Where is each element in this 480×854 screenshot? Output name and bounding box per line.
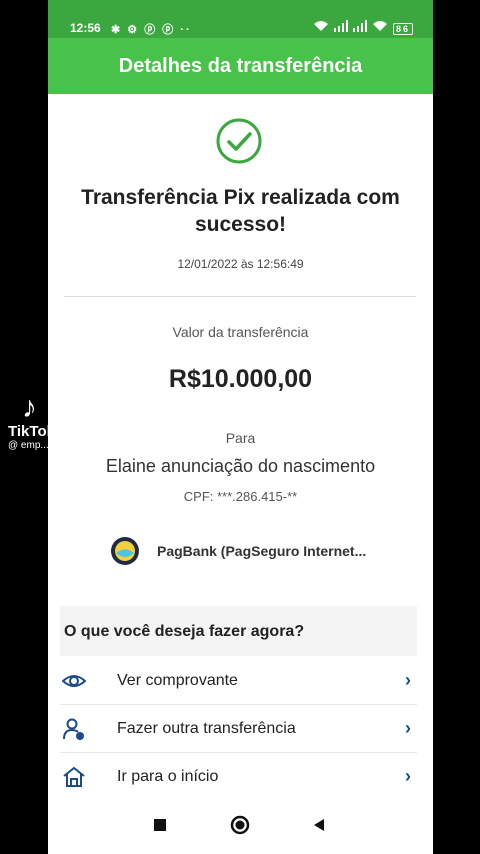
divider xyxy=(64,296,416,297)
wifi-icon xyxy=(313,21,328,31)
success-check-icon xyxy=(216,118,262,164)
recipient-cpf: CPF: ***.286.415-** xyxy=(183,489,298,504)
amount-label: Valor da transferência xyxy=(172,324,309,340)
go-home-label: Ir para o início xyxy=(117,768,219,785)
success-headline: Transferência Pix realizada com sucesso! xyxy=(81,186,400,236)
new-transfer-button[interactable]: Fazer outra transferência › xyxy=(60,706,417,753)
wifi-icon-2 xyxy=(372,21,387,31)
transfer-datetime: 12/01/2022 às 12:56:49 xyxy=(177,257,304,271)
go-home-button[interactable]: Ir para o início › xyxy=(60,754,417,801)
battery-icon: 86 xyxy=(392,23,413,35)
status-time: 12:56 xyxy=(70,21,101,35)
phone-screen: 12:56 ✱ ⚙ ⓟ ⓟ ·· 86 Detalhes da transfer… xyxy=(48,0,433,854)
recipient-label: Para xyxy=(225,430,256,446)
person-transfer-icon xyxy=(63,718,84,740)
next-actions-header: O que você deseja fazer agora? xyxy=(60,606,417,656)
chevron-right-icon: › xyxy=(405,670,411,690)
signal-icon-2 xyxy=(352,20,367,32)
signal-icon xyxy=(333,20,348,32)
view-receipt-button[interactable]: Ver comprovante › xyxy=(60,658,417,705)
app-bar-title: Detalhes da transferência xyxy=(48,38,433,94)
next-actions-title: O que você deseja fazer agora? xyxy=(64,623,305,640)
recipient-name: Elaine anunciação do nascimento xyxy=(105,456,376,476)
home-icon xyxy=(63,766,85,787)
notification-icons: ✱ ⚙ ⓟ ⓟ ·· xyxy=(111,24,192,36)
view-receipt-label: Ver comprovante xyxy=(117,672,238,689)
home-nav-button[interactable] xyxy=(230,815,250,835)
recipient-bank: PagBank (PagSeguro Internet... xyxy=(110,536,366,566)
recent-apps-button[interactable] xyxy=(153,818,167,832)
bank-name: PagBank (PagSeguro Internet... xyxy=(157,543,367,559)
back-nav-button[interactable] xyxy=(312,818,326,832)
status-bar: 12:56 ✱ ⚙ ⓟ ⓟ ·· 86 xyxy=(48,0,433,38)
signal-battery-icons: 86 xyxy=(313,20,413,35)
transfer-amount: R$10.000,00 xyxy=(168,365,313,393)
pagbank-logo-icon xyxy=(111,537,139,565)
chevron-right-icon: › xyxy=(405,718,411,738)
android-nav-bar xyxy=(48,800,433,854)
chevron-right-icon: › xyxy=(405,766,411,786)
new-transfer-label: Fazer outra transferência xyxy=(117,720,296,737)
eye-icon xyxy=(62,675,86,687)
